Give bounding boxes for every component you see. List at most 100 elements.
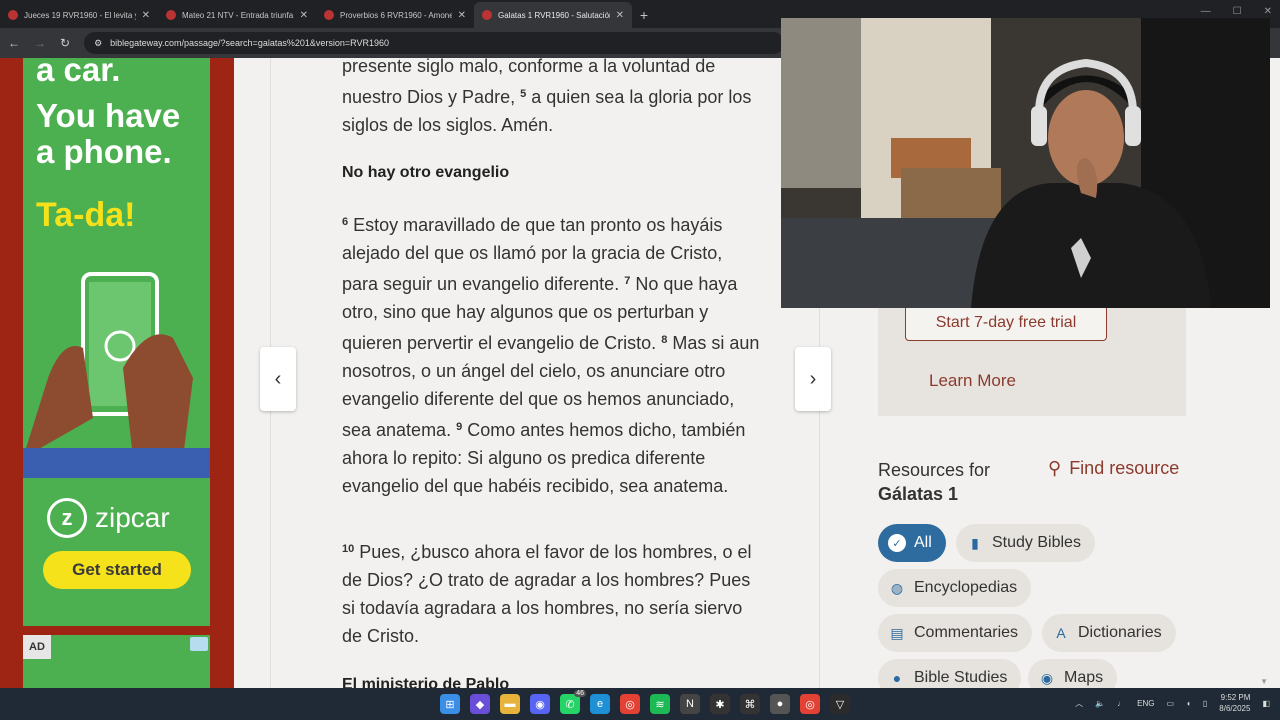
file-explorer-icon[interactable]: ▬ bbox=[500, 694, 520, 714]
chip-label: Dictionaries bbox=[1078, 624, 1162, 641]
verse-text: Pues, ¿busco ahora el favor de los hombr… bbox=[342, 542, 752, 646]
clock-time: 9:52 PM bbox=[1220, 693, 1251, 702]
search-icon: ⚲ bbox=[1048, 458, 1062, 478]
chevron-left-icon: ‹ bbox=[274, 367, 282, 390]
zipcar-ad[interactable]: a car. You have a phone. Ta-da! z zipcar… bbox=[23, 58, 210, 626]
maximize-icon[interactable]: ☐ bbox=[1233, 6, 1242, 17]
chip-label: All bbox=[914, 534, 932, 551]
filter-chip-study-bibles[interactable]: ▮ Study Bibles bbox=[956, 524, 1095, 562]
battery-icon[interactable]: ▯ bbox=[1203, 699, 1207, 708]
windows-start-icon[interactable]: ⊞ bbox=[440, 694, 460, 714]
screen: Jueces 19 RVR1960 - El levita y ✕ Mateo … bbox=[0, 0, 1280, 720]
resources-book: Gálatas 1 bbox=[878, 484, 959, 504]
zipcar-logo: z zipcar bbox=[47, 498, 170, 538]
tab-title: Jueces 19 RVR1960 - El levita y bbox=[24, 10, 136, 20]
previous-chapter-button[interactable]: ‹ bbox=[260, 347, 296, 411]
capture-icon[interactable]: ▽ bbox=[830, 694, 850, 714]
passage-verse-block: presente siglo malo, conforme a la volun… bbox=[342, 52, 762, 139]
display-icon[interactable]: ▭ bbox=[1166, 699, 1174, 708]
comment-icon: ▤ bbox=[890, 624, 904, 641]
tab-jueces[interactable]: Jueces 19 RVR1960 - El levita y ✕ bbox=[0, 2, 158, 28]
close-icon[interactable]: ✕ bbox=[300, 10, 308, 21]
filter-chip-commentaries[interactable]: ▤ Commentaries bbox=[878, 614, 1033, 652]
edge-icon[interactable]: e bbox=[590, 694, 610, 714]
verse-number: 9 bbox=[456, 421, 463, 433]
new-tab-button[interactable]: + bbox=[632, 2, 656, 28]
back-icon[interactable]: ← bbox=[8, 36, 20, 50]
filter-chip-dictionaries[interactable]: A Dictionaries bbox=[1042, 614, 1176, 652]
close-icon[interactable]: ✕ bbox=[142, 10, 150, 21]
biblegateway-favicon-icon bbox=[482, 10, 492, 20]
tab-mateo[interactable]: Mateo 21 NTV - Entrada triunfa ✕ bbox=[158, 2, 316, 28]
windows-taskbar: ⊞ ◆ ▬ ◉ ✆ 46 e ◎ ≋ N ✱ ⌘ ● ◎ ▽ ︿ 🔈 ♩ ENG … bbox=[0, 688, 1280, 720]
chip-label: Maps bbox=[1064, 669, 1104, 686]
tab-galatas[interactable]: Galatas 1 RVR1960 - Salutación ✕ bbox=[474, 2, 632, 28]
ad-headline: a phone. bbox=[36, 133, 172, 170]
close-window-icon[interactable]: ✕ bbox=[1264, 6, 1272, 17]
copilot-icon[interactable]: ◆ bbox=[470, 694, 490, 714]
scroll-down-arrow-icon[interactable]: ▼ bbox=[1260, 677, 1268, 686]
learn-more-link[interactable]: Learn More bbox=[929, 371, 1016, 391]
left-ad-column: a car. You have a phone. Ta-da! z zipcar… bbox=[0, 58, 234, 688]
language-indicator[interactable]: ENG bbox=[1137, 699, 1154, 708]
verse-number: 10 bbox=[342, 543, 355, 555]
resources-label: Resources for bbox=[878, 460, 991, 480]
clock[interactable]: 9:52 PM 8/6/2025 bbox=[1219, 692, 1250, 714]
map-icon: ◉ bbox=[1040, 669, 1054, 686]
bible-icon: ▮ bbox=[971, 534, 979, 551]
ad-footer: AD bbox=[23, 635, 210, 688]
webcam-video-image bbox=[781, 18, 1270, 308]
passage-content: presente siglo malo, conforme a la volun… bbox=[260, 56, 831, 693]
biblegateway-favicon-icon bbox=[166, 10, 176, 20]
close-icon[interactable]: ✕ bbox=[616, 10, 624, 21]
find-resource-label: Find resource bbox=[1069, 458, 1180, 478]
clock-date: 8/6/2025 bbox=[1219, 704, 1251, 713]
chevron-up-icon[interactable]: ︿ bbox=[1075, 698, 1083, 709]
zipcar-wordmark: zipcar bbox=[95, 502, 170, 533]
forward-icon[interactable]: → bbox=[34, 36, 46, 50]
chatgpt-icon[interactable]: ✱ bbox=[710, 694, 730, 714]
filter-chip-encyclopedias[interactable]: ◍ Encyclopedias bbox=[878, 569, 1032, 607]
site-info-icon[interactable]: ⚙ bbox=[94, 38, 102, 49]
reload-icon[interactable]: ↻ bbox=[60, 36, 70, 50]
get-started-button[interactable]: Get started bbox=[43, 551, 191, 589]
ad-headline: You have bbox=[36, 97, 181, 134]
section-heading: No hay otro evangelio bbox=[342, 164, 510, 181]
taskbar-apps: ⊞ ◆ ▬ ◉ ✆ 46 e ◎ ≋ N ✱ ⌘ ● ◎ ▽ bbox=[440, 690, 850, 714]
system-tray: ︿ 🔈 ♩ ENG ▭ ◖ ▯ 9:52 PM 8/6/2025 ◧ bbox=[1075, 692, 1270, 714]
whatsapp-icon[interactable]: ✆ 46 bbox=[560, 690, 586, 714]
notifications-icon[interactable]: ◧ bbox=[1262, 699, 1270, 708]
find-resource-link[interactable]: ⚲ Find resource bbox=[1048, 458, 1179, 479]
obs-icon[interactable]: ● bbox=[770, 694, 790, 714]
chrome-icon[interactable]: ◎ bbox=[620, 694, 640, 714]
chevron-right-icon: › bbox=[809, 367, 817, 390]
minimize-icon[interactable]: — bbox=[1201, 6, 1211, 17]
ad-headline: a car. bbox=[36, 58, 121, 88]
mic-icon[interactable]: ♩ bbox=[1117, 699, 1125, 708]
notion-icon[interactable]: N bbox=[680, 694, 700, 714]
tab-proverbios[interactable]: Proverbios 6 RVR1960 - Amone ✕ bbox=[316, 2, 474, 28]
close-icon[interactable]: ✕ bbox=[458, 10, 466, 21]
phone-hand-illustration bbox=[23, 272, 210, 478]
chip-label: Bible Studies bbox=[914, 669, 1008, 686]
url-field[interactable]: ⚙ biblegateway.com/passage/?search=galat… bbox=[84, 32, 785, 54]
filter-chip-all[interactable]: ✓ All bbox=[878, 524, 946, 562]
chip-label: Study Bibles bbox=[992, 534, 1081, 551]
adchoices-icon[interactable] bbox=[190, 637, 208, 651]
globe-icon: ◍ bbox=[890, 579, 904, 596]
tab-title: Proverbios 6 RVR1960 - Amone bbox=[340, 10, 452, 20]
window-controls: — ☐ ✕ bbox=[1201, 6, 1272, 17]
discord-icon[interactable]: ◉ bbox=[530, 694, 550, 714]
url-text: biblegateway.com/passage/?search=galatas… bbox=[110, 38, 389, 48]
speaker-icon[interactable]: 🔈 bbox=[1095, 699, 1105, 708]
biblegateway-favicon-icon bbox=[324, 10, 334, 20]
verse-number: 7 bbox=[624, 275, 631, 287]
tab-title: Mateo 21 NTV - Entrada triunfa bbox=[182, 10, 294, 20]
next-chapter-button[interactable]: › bbox=[795, 347, 831, 411]
webcam-overlay bbox=[781, 18, 1270, 308]
capcut-icon[interactable]: ⌘ bbox=[740, 694, 760, 714]
spotify-icon[interactable]: ≋ bbox=[650, 694, 670, 714]
chrome-profile-icon[interactable]: ◎ bbox=[800, 694, 820, 714]
free-trial-button[interactable]: Start 7-day free trial bbox=[905, 305, 1107, 341]
volume-icon[interactable]: ◖ bbox=[1186, 699, 1191, 708]
